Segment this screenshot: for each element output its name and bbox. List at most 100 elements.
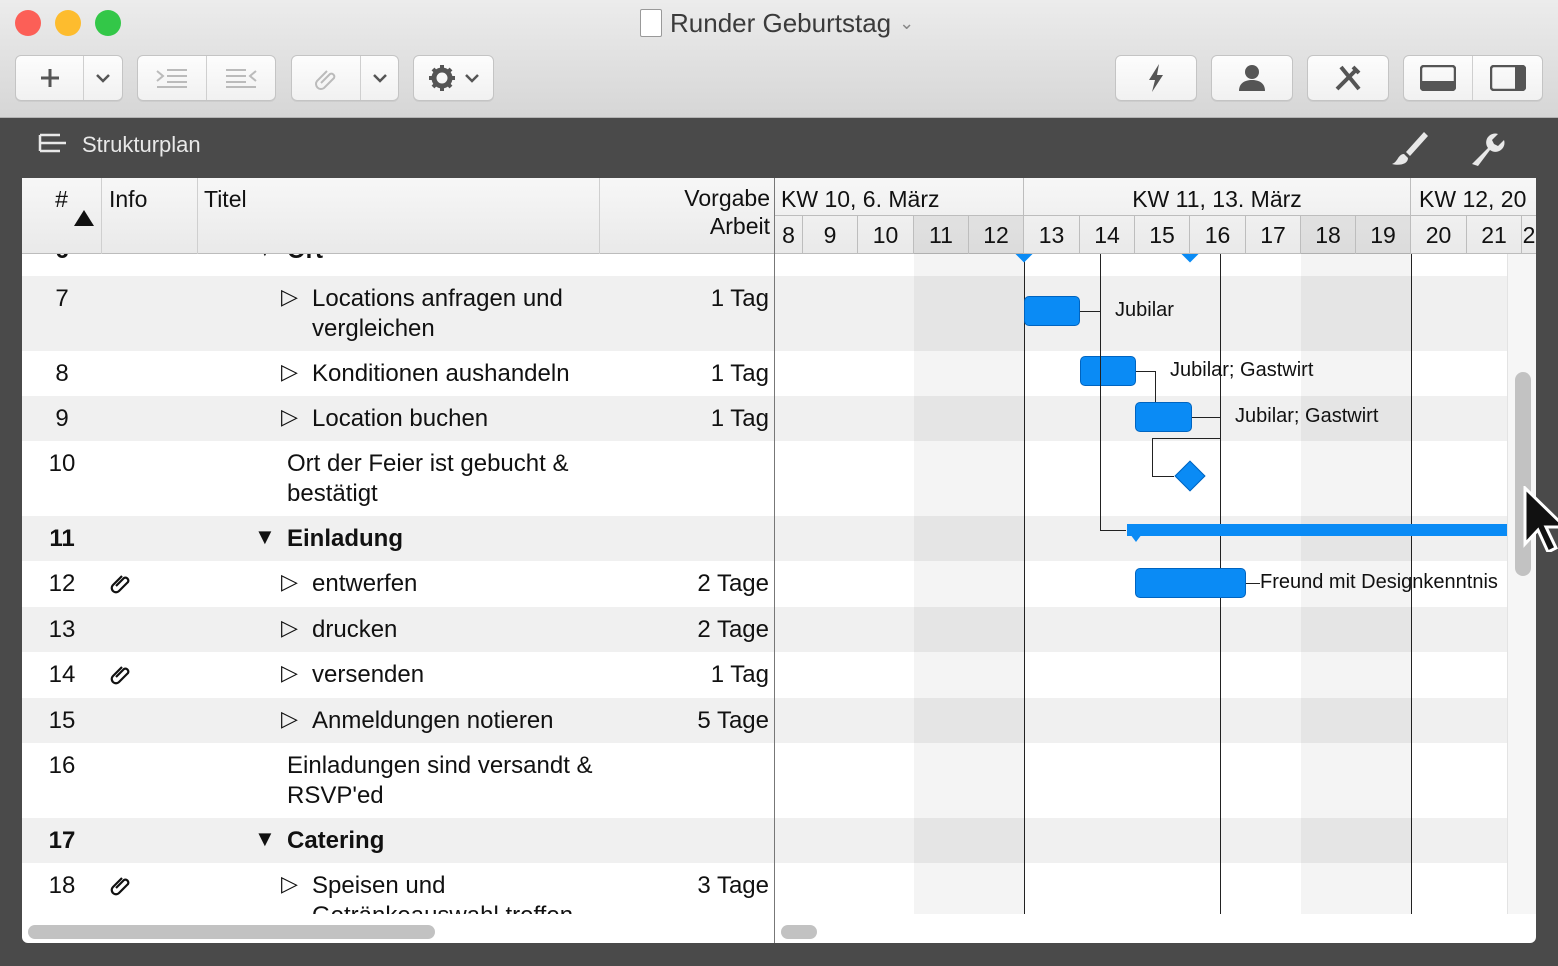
table-row[interactable]: 7 ▷ Locations anfragen und vergleichen 1 Ta… (22, 276, 774, 351)
lightning-button[interactable] (1115, 55, 1197, 101)
wrench-icon[interactable] (1468, 130, 1506, 168)
day-header: 10 (858, 216, 914, 254)
dependency-line (1080, 311, 1100, 312)
resources-button[interactable] (1211, 55, 1293, 101)
attach-menu-button[interactable] (361, 56, 398, 100)
disclosure-open-icon[interactable]: ▼ (254, 826, 276, 852)
row-work[interactable]: 2 Tage (697, 616, 769, 644)
row-title[interactable]: Catering (287, 826, 607, 856)
table-row[interactable]: 13 ▷ drucken 2 Tage (22, 607, 774, 652)
disclosure-open-icon[interactable]: ▼ (254, 524, 276, 550)
row-title[interactable]: entwerfen (312, 569, 602, 599)
disclosure-closed-icon[interactable]: ▷ (281, 871, 298, 897)
attach-button[interactable] (292, 56, 362, 100)
day-header: 17 (1246, 216, 1301, 254)
disclosure-closed-icon[interactable]: ▷ (281, 660, 298, 686)
row-work[interactable]: 1 Tag (711, 360, 769, 388)
task-bar[interactable] (1024, 296, 1080, 326)
row-work[interactable]: 1 Tag (711, 285, 769, 313)
row-title[interactable]: drucken (312, 615, 602, 645)
col-title-header[interactable]: Titel (198, 178, 600, 254)
horizontal-scrollbar-gantt[interactable] (781, 925, 817, 939)
add-task-button[interactable] (16, 56, 84, 100)
chevron-down-icon (96, 74, 110, 83)
table-row[interactable]: 10 Ort der Feier ist gebucht & bestätigt (22, 441, 774, 516)
table-row[interactable]: 15 ▷ Anmeldungen notieren 5 Tage (22, 698, 774, 743)
disclosure-closed-icon[interactable]: ▷ (281, 706, 298, 732)
table-row[interactable]: 17 ▼ Catering (22, 818, 774, 863)
add-menu-button[interactable] (84, 56, 122, 100)
row-number: 15 (48, 707, 76, 734)
zoom-window-button[interactable] (95, 10, 121, 36)
horizontal-scrollbar-table[interactable] (28, 925, 435, 939)
table-row[interactable]: 12 ▷ entwerfen 2 Tage (22, 561, 774, 607)
resource-label: Jubilar; Gastwirt (1235, 405, 1379, 427)
side-pane-button[interactable] (1473, 56, 1542, 100)
day-header: 19 (1356, 216, 1411, 254)
col-info-header[interactable]: Info (102, 178, 198, 254)
disclosure-closed-icon[interactable]: ▷ (281, 284, 298, 310)
action-button[interactable] (414, 56, 493, 100)
row-title[interactable]: Ort der Feier ist gebucht & bestätigt (287, 449, 607, 509)
outline-view-label[interactable]: Strukturplan (38, 132, 201, 158)
table-row[interactable]: 8 ▷ Konditionen aushandeln 1 Tag (22, 351, 774, 396)
disclosure-closed-icon[interactable]: ▷ (281, 359, 298, 385)
paperclip-icon[interactable] (108, 872, 132, 902)
row-title[interactable]: Konditionen aushandeln (312, 359, 602, 389)
row-title[interactable]: Locations anfragen und vergleichen (312, 284, 602, 344)
task-bar[interactable] (1080, 356, 1136, 386)
col-num-header[interactable]: # (22, 178, 102, 254)
row-title[interactable]: versenden (312, 660, 602, 690)
disclosure-open-icon[interactable]: ▼ (254, 254, 276, 262)
col-num-label: # (55, 186, 68, 212)
dependency-line (1155, 371, 1156, 402)
table-row[interactable]: 18 ▷ Speisen und Getränkeauswahl treffen 3 … (22, 863, 774, 914)
row-work[interactable]: 3 Tage (697, 872, 769, 900)
minimize-window-button[interactable] (55, 10, 81, 36)
action-menu-button[interactable] (413, 55, 494, 101)
section-title: Strukturplan (82, 132, 201, 157)
col-work-label-2: Arbeit (709, 213, 770, 239)
resource-label: Jubilar; Gastwirt (1170, 359, 1314, 381)
row-number: 13 (48, 616, 76, 643)
task-bar[interactable] (1135, 402, 1192, 432)
table-row[interactable]: 14 ▷ versenden 1 Tag (22, 652, 774, 698)
table-row[interactable]: 9 ▷ Location buchen 1 Tag (22, 396, 774, 441)
day-header: 2 (1522, 216, 1536, 254)
gear-icon (428, 65, 455, 91)
row-work[interactable]: 2 Tage (697, 570, 769, 598)
paperclip-icon[interactable] (108, 661, 132, 691)
paperclip-icon[interactable] (108, 570, 132, 600)
table-row[interactable]: 16 Einladungen sind versandt & RSVP'ed (22, 743, 774, 818)
chevron-down-icon (372, 74, 387, 83)
bottom-pane-icon (1420, 65, 1456, 91)
row-title[interactable]: Location buchen (312, 404, 602, 434)
row-title[interactable]: Ort (287, 254, 607, 266)
row-number: 7 (55, 285, 69, 312)
disclosure-closed-icon[interactable]: ▷ (281, 404, 298, 430)
paintbrush-icon[interactable] (1388, 130, 1428, 168)
task-bar[interactable] (1135, 568, 1246, 598)
row-work[interactable]: 1 Tag (711, 405, 769, 433)
day-header: 18 (1301, 216, 1356, 254)
outline-icon (38, 133, 66, 153)
tools-button[interactable] (1307, 55, 1389, 101)
row-work[interactable]: 1 Tag (711, 661, 769, 689)
disclosure-closed-icon[interactable]: ▷ (281, 615, 298, 641)
col-work-header[interactable]: Vorgabe Arbeit (600, 178, 774, 254)
indent-button[interactable] (138, 56, 207, 100)
row-title[interactable]: Einladung (287, 524, 607, 554)
outdent-button[interactable] (207, 56, 275, 100)
row-title[interactable]: Anmeldungen notieren (312, 706, 602, 736)
summary-bar[interactable] (1127, 524, 1507, 536)
window-title[interactable]: Runder Geburtstag ⌄ (640, 6, 940, 40)
close-window-button[interactable] (15, 10, 41, 36)
table-row[interactable]: 11 ▼ Einladung (22, 516, 774, 561)
disclosure-closed-icon[interactable]: ▷ (281, 569, 298, 595)
row-title[interactable]: Einladungen sind versandt & RSVP'ed (287, 751, 607, 811)
row-number: 9 (55, 405, 69, 432)
row-title[interactable]: Speisen und Getränkeauswahl treffen (312, 871, 602, 914)
bottom-pane-button[interactable] (1404, 56, 1473, 100)
row-work[interactable]: 5 Tage (697, 707, 769, 735)
resource-label: Jubilar (1115, 299, 1174, 321)
